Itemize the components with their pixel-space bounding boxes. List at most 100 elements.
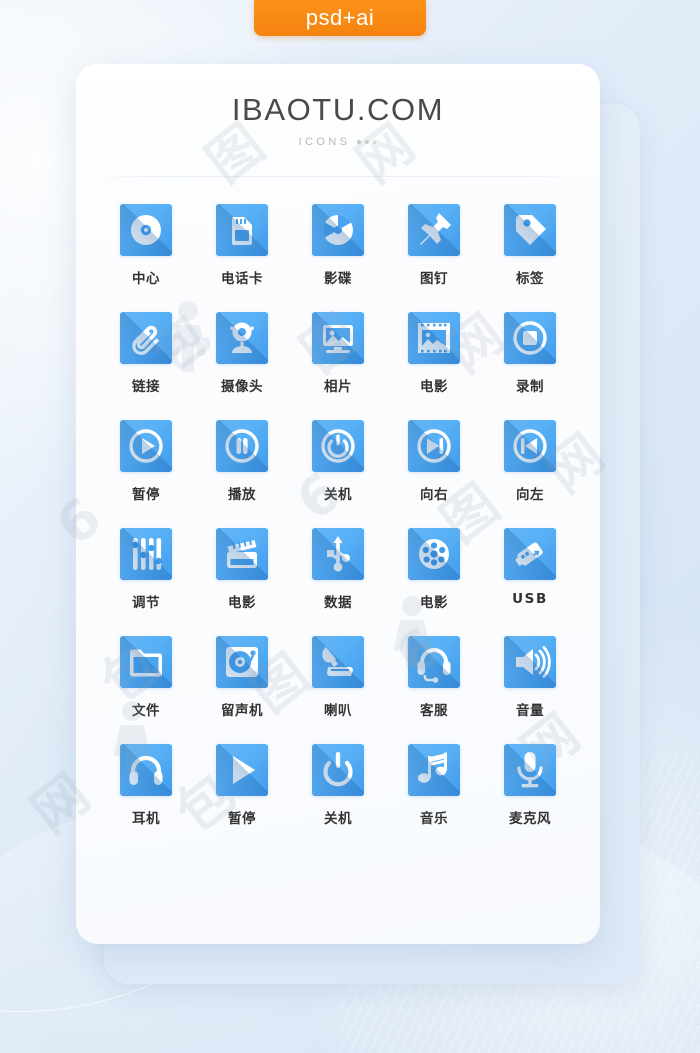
icon-cell[interactable]: 暂停	[98, 420, 194, 503]
folder-icon[interactable]	[120, 636, 172, 688]
photo-icon[interactable]	[312, 312, 364, 364]
subtitle-text: ICONS	[298, 135, 351, 148]
icon-grid: 中心 电话卡 影碟 图钉 标签 链接 摄像头 相片 电影 录制 暂停 播放 关机 向右 向左 调节 电影 数据 电影…	[98, 204, 578, 827]
usb-plug-icon[interactable]	[312, 528, 364, 580]
icon-cell[interactable]: 相片	[290, 312, 386, 395]
icon-label: 摄像头	[221, 379, 263, 395]
film-frame-icon[interactable]	[408, 312, 460, 364]
microphone-icon[interactable]	[504, 744, 556, 796]
brand-title: IBAOTU.COM	[231, 91, 445, 127]
icon-cell[interactable]: 关机	[290, 744, 386, 827]
icon-cell[interactable]: 图钉	[386, 204, 482, 287]
play-triangle-icon[interactable]	[216, 744, 268, 796]
icon-label: 客服	[420, 703, 448, 719]
icon-cell[interactable]: 数据	[290, 528, 386, 611]
icon-label: 关机	[324, 811, 352, 827]
tag-icon[interactable]	[504, 204, 556, 256]
icon-cell[interactable]: 耳机	[98, 744, 194, 827]
icon-label: 麦克风	[509, 811, 551, 827]
headphones-icon[interactable]	[120, 744, 172, 796]
icon-set-card: IBAOTU.COM ICONS 中心 电话卡 影碟 图钉 标签 链接 摄像头 相片 电影 录制暂…	[76, 64, 600, 944]
usb-drive-icon[interactable]	[504, 528, 556, 580]
record-stop-icon[interactable]	[504, 312, 556, 364]
icon-cell[interactable]: 留声机	[194, 636, 290, 719]
icon-label: 音量	[516, 703, 544, 719]
icon-label: 向右	[420, 487, 448, 503]
icon-label: 录制	[516, 379, 544, 395]
icon-label: 留声机	[221, 703, 263, 719]
icon-label: 暂停	[228, 811, 256, 827]
icon-cell[interactable]: 中心	[98, 204, 194, 287]
icon-label: 数据	[324, 595, 352, 611]
icon-label: 影碟	[324, 271, 352, 287]
icon-label: 喇叭	[324, 703, 352, 719]
icon-cell[interactable]: 电影	[194, 528, 290, 611]
film-reel-icon[interactable]	[408, 528, 460, 580]
power-icon[interactable]	[312, 744, 364, 796]
header-divider	[96, 176, 580, 177]
icon-label: 耳机	[132, 811, 160, 827]
icon-cell[interactable]: 录制	[482, 312, 578, 395]
icon-label: 音乐	[420, 811, 448, 827]
icon-cell[interactable]: 调节	[98, 528, 194, 611]
pause-circle-icon[interactable]	[216, 420, 268, 472]
gramophone-icon[interactable]	[312, 636, 364, 688]
power-circle-icon[interactable]	[312, 420, 364, 472]
icon-cell[interactable]: 文件	[98, 636, 194, 719]
icon-cell[interactable]: 麦克风	[482, 744, 578, 827]
icon-label: 调节	[132, 595, 160, 611]
icon-label: 电影	[228, 595, 256, 611]
icon-cell[interactable]: 音乐	[386, 744, 482, 827]
icon-label: 中心	[132, 271, 160, 287]
psd-ai-badge-label: psd+ai	[305, 5, 375, 30]
icon-cell[interactable]: 关机	[290, 420, 386, 503]
icon-label: 标签	[516, 271, 544, 287]
icon-cell[interactable]: 喇叭	[290, 636, 386, 719]
icon-label: 电话卡	[221, 271, 263, 287]
paperclip-icon[interactable]	[120, 312, 172, 364]
skip-forward-icon[interactable]	[408, 420, 460, 472]
icon-cell[interactable]: 播放	[194, 420, 290, 503]
icon-label: 电影	[420, 379, 448, 395]
psd-ai-badge: psd+ai	[254, 0, 426, 36]
disc-center-icon[interactable]	[120, 204, 172, 256]
icon-label: 向左	[516, 487, 544, 503]
icon-cell[interactable]: 向右	[386, 420, 482, 503]
dvd-disc-icon[interactable]	[312, 204, 364, 256]
icon-cell[interactable]: 音量	[482, 636, 578, 719]
icon-cell[interactable]: 暂停	[194, 744, 290, 827]
sliders-icon[interactable]	[120, 528, 172, 580]
volume-icon[interactable]	[504, 636, 556, 688]
skip-backward-icon[interactable]	[504, 420, 556, 472]
pushpin-icon[interactable]	[408, 204, 460, 256]
icon-cell[interactable]: 摄像头	[194, 312, 290, 395]
icon-label: 相片	[324, 379, 352, 395]
icon-cell[interactable]: 电影	[386, 528, 482, 611]
icon-label: 播放	[228, 487, 256, 503]
icon-label: 文件	[132, 703, 160, 719]
icon-label: 图钉	[420, 271, 448, 287]
icon-cell[interactable]: 标签	[482, 204, 578, 287]
icon-cell[interactable]: 电影	[386, 312, 482, 395]
icon-label: 链接	[132, 379, 160, 395]
icon-label: USB	[512, 591, 548, 607]
webcam-icon[interactable]	[216, 312, 268, 364]
ellipsis-dots-icon	[357, 139, 378, 144]
play-circle-icon[interactable]	[120, 420, 172, 472]
headset-icon[interactable]	[408, 636, 460, 688]
icon-label: 关机	[324, 487, 352, 503]
icon-cell[interactable]: 电话卡	[194, 204, 290, 287]
music-note-icon[interactable]	[408, 744, 460, 796]
sim-card-icon[interactable]	[216, 204, 268, 256]
icon-label: 暂停	[132, 487, 160, 503]
card-subtitle: ICONS	[299, 136, 378, 148]
icon-cell[interactable]: 影碟	[290, 204, 386, 287]
icon-cell[interactable]: USB	[482, 528, 578, 611]
icon-cell[interactable]: 客服	[386, 636, 482, 719]
clapperboard-icon[interactable]	[216, 528, 268, 580]
icon-cell[interactable]: 链接	[98, 312, 194, 395]
turntable-icon[interactable]	[216, 636, 268, 688]
page-root: psd+ai IBAOTU.COM ICONS 中心 电话卡 影碟 图钉 标签链接 摄像头…	[0, 0, 700, 1053]
icon-cell[interactable]: 向左	[482, 420, 578, 503]
icon-label: 电影	[420, 595, 448, 611]
